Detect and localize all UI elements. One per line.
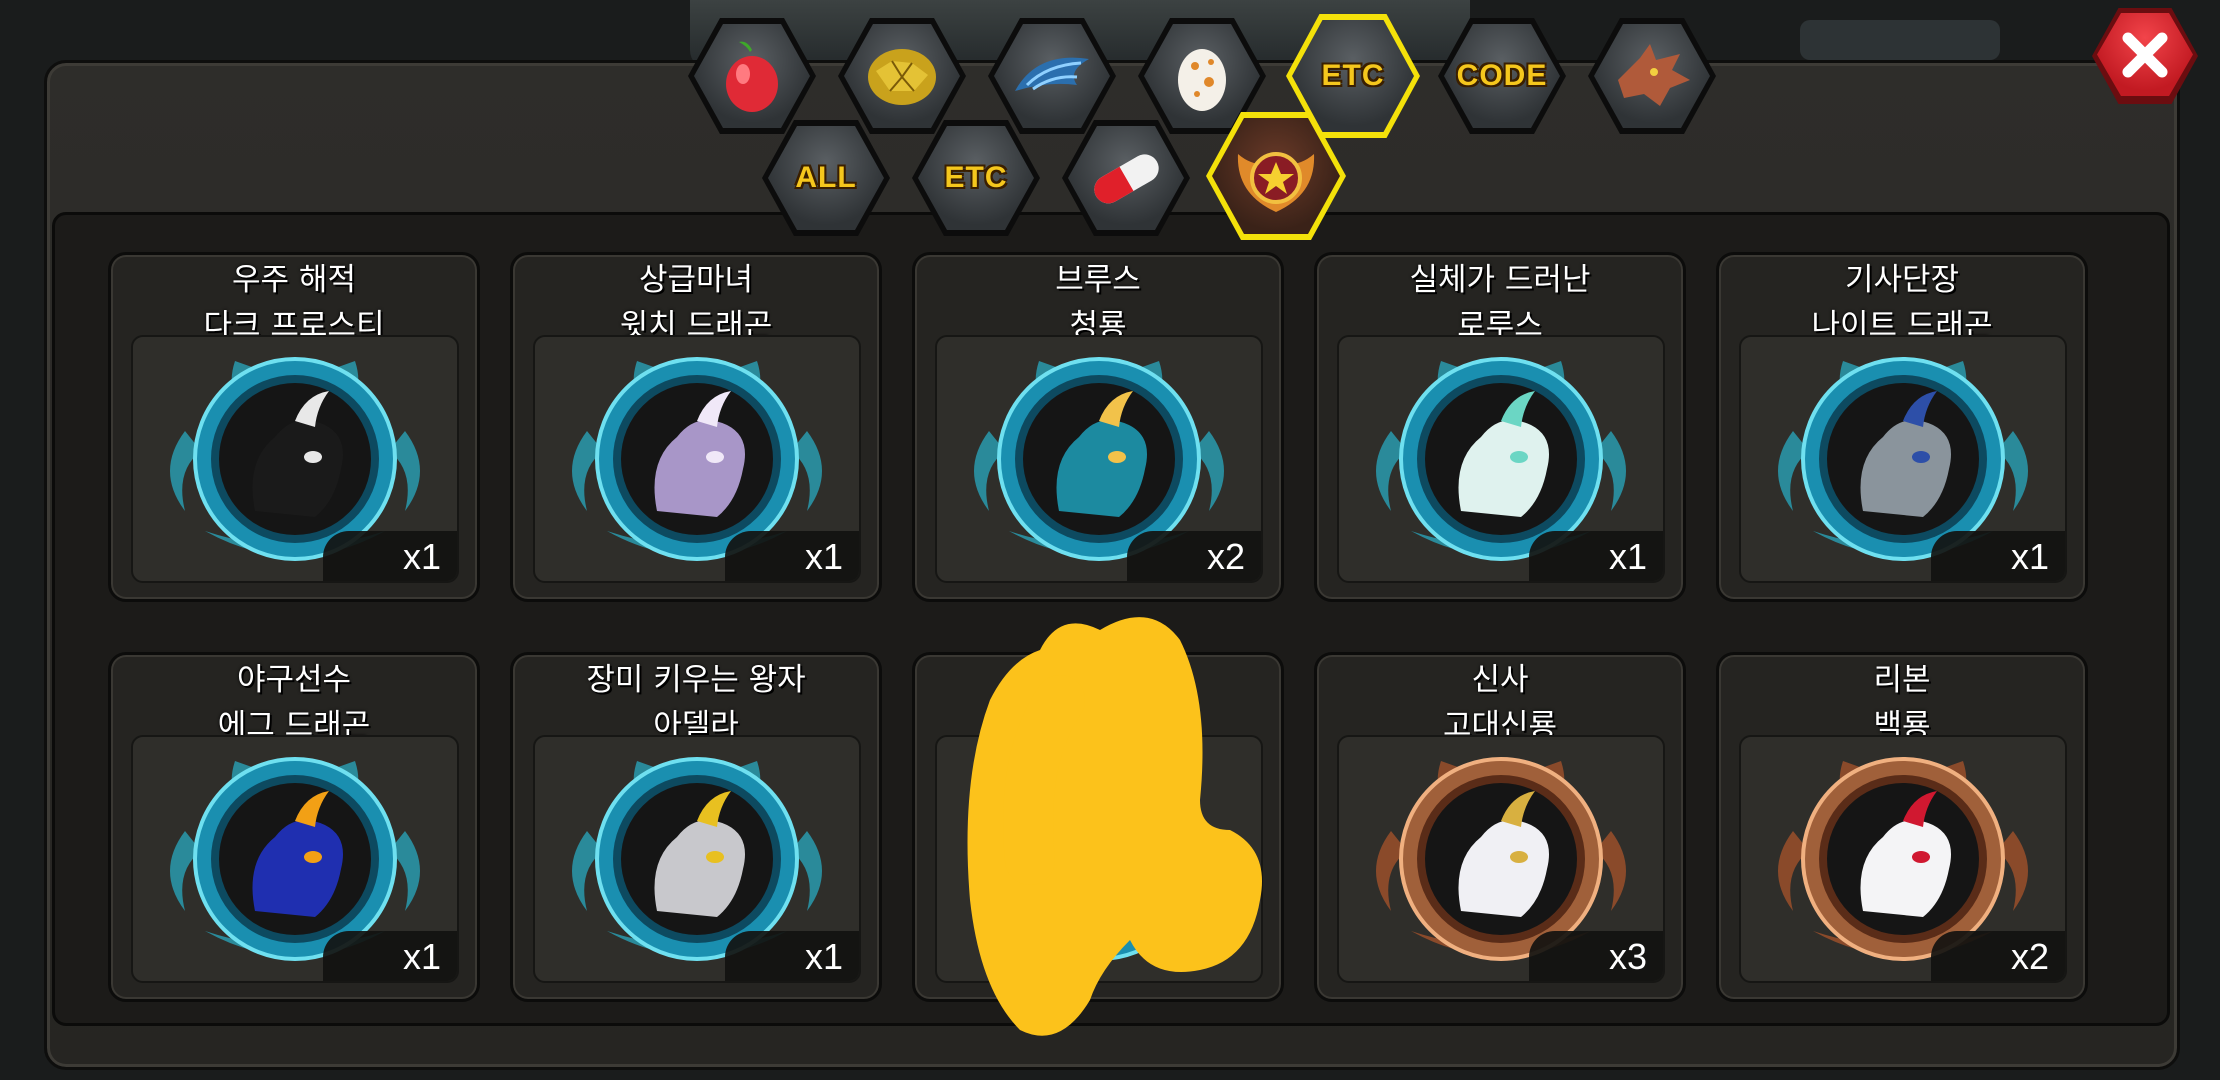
item-card[interactable]: 기사단장 나이트 드래곤 x1 — [1716, 252, 2088, 602]
dragon-portrait-icon — [974, 757, 1224, 961]
item-card[interactable]: 장미 키우는 왕자 아델라 x1 — [510, 652, 882, 1002]
red-fruit-icon — [726, 41, 778, 112]
item-quantity: x1 — [323, 531, 457, 581]
tab-code-label: CODE — [1456, 59, 1548, 92]
pill-icon — [1094, 154, 1159, 204]
item-card[interactable]: 상급마녀 윗치 드래곤 x1 — [510, 252, 882, 602]
item-quantity: x2 — [1127, 531, 1261, 581]
gold-egg-stone-icon — [868, 49, 936, 105]
item-portrait: x1 — [131, 335, 459, 583]
item-card[interactable]: 브루스 청룡 x2 — [912, 252, 1284, 602]
item-portrait: x3 — [1337, 735, 1665, 983]
item-portrait: x1 — [533, 735, 861, 983]
tab-etc-label: ETC — [944, 161, 1008, 194]
close-icon — [2122, 32, 2168, 77]
item-portrait: x2 — [935, 335, 1263, 583]
spotted-egg-icon — [1178, 49, 1226, 111]
item-portrait: x1 — [1739, 335, 2067, 583]
item-portrait: x1 — [1337, 335, 1665, 583]
item-card[interactable]: 신사 고대신룡 x3 — [1314, 652, 1686, 1002]
item-quantity: x1 — [1529, 531, 1663, 581]
item-portrait: x1 — [533, 335, 861, 583]
item-card[interactable]: 우주 해적 다크 프로스티 x1 — [108, 252, 480, 602]
item-quantity: x1 — [725, 531, 859, 581]
blue-wing-icon — [1015, 57, 1089, 91]
item-quantity: x1 — [725, 931, 859, 981]
item-portrait: x2 — [1739, 735, 2067, 983]
dragon-head-icon — [1618, 44, 1690, 106]
item-card[interactable]: 야구선수 에그 드래곤 x1 — [108, 652, 480, 1002]
tab-all-label: ALL — [795, 161, 857, 194]
star-emblem-icon — [1237, 152, 1315, 212]
tab-etc-top-label: ETC — [1321, 59, 1385, 92]
item-portrait — [935, 735, 1263, 983]
item-card[interactable]: 리본 백룡 x2 — [1716, 652, 2088, 1002]
item-quantity: x1 — [323, 931, 457, 981]
item-card[interactable] — [912, 652, 1284, 1002]
item-portrait: x1 — [131, 735, 459, 983]
item-quantity: x3 — [1529, 931, 1663, 981]
top-right-background — [1800, 20, 2000, 60]
item-card[interactable]: 실체가 드러난 로루스 x1 — [1314, 252, 1686, 602]
item-quantity: x1 — [1931, 531, 2065, 581]
item-quantity: x2 — [1931, 931, 2065, 981]
